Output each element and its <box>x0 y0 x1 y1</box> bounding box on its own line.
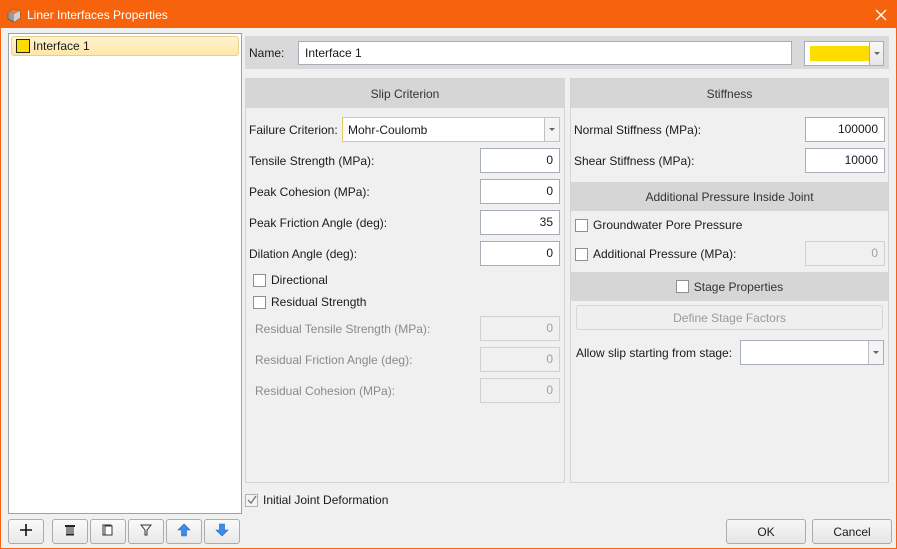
stage-properties-header: Stage Properties <box>571 272 888 301</box>
stiffness-header: Stiffness <box>571 79 888 108</box>
dialog-window: Liner Interfaces Properties Interface 1 <box>0 0 897 549</box>
stage-properties-checkbox[interactable]: Stage Properties <box>675 279 784 294</box>
residual-cohesion-input[interactable]: 0 <box>480 378 560 403</box>
chevron-down-icon[interactable] <box>868 341 883 364</box>
failure-criterion-label: Failure Criterion: <box>249 123 338 137</box>
chevron-down-icon[interactable] <box>869 42 883 65</box>
dilation-angle-label: Dilation Angle (deg): <box>249 247 358 261</box>
plus-icon <box>19 523 33 540</box>
residual-tensile-label: Residual Tensile Strength (MPa): <box>255 322 431 336</box>
normal-stiffness-label: Normal Stiffness (MPa): <box>574 123 702 137</box>
tensile-strength-label: Tensile Strength (MPa): <box>249 154 375 168</box>
checkbox-box <box>575 247 588 261</box>
stiffness-panel: Stiffness Normal Stiffness (MPa): 100000… <box>570 78 889 483</box>
peak-friction-angle-input[interactable]: 35 <box>480 210 560 235</box>
add-button[interactable] <box>8 519 44 544</box>
slip-criterion-header: Slip Criterion <box>246 79 564 108</box>
copy-icon <box>102 524 114 539</box>
stage-properties-label: Stage Properties <box>693 279 784 294</box>
slip-stage-select[interactable] <box>740 340 884 365</box>
filter-icon <box>139 524 153 539</box>
peak-cohesion-input[interactable]: 0 <box>480 179 560 204</box>
residual-strength-checkbox[interactable]: Residual Strength <box>253 295 366 309</box>
pressure-header: Additional Pressure Inside Joint <box>571 182 888 211</box>
define-stage-factors-button[interactable]: Define Stage Factors <box>576 305 883 330</box>
window-title: Liner Interfaces Properties <box>27 8 168 22</box>
additional-pressure-label: Additional Pressure (MPa): <box>593 247 737 261</box>
shear-stiffness-label: Shear Stiffness (MPa): <box>574 154 695 168</box>
trash-icon <box>64 524 76 539</box>
chevron-down-icon[interactable] <box>544 118 559 141</box>
move-up-button[interactable] <box>166 519 202 544</box>
residual-tensile-input[interactable]: 0 <box>480 316 560 341</box>
groundwater-label: Groundwater Pore Pressure <box>593 218 743 232</box>
directional-label: Directional <box>271 273 328 287</box>
residual-friction-label: Residual Friction Angle (deg): <box>255 353 413 367</box>
slip-stage-label: Allow slip starting from stage: <box>576 346 733 360</box>
checkbox-box <box>675 280 689 293</box>
slip-criterion-panel: Slip Criterion Failure Criterion: Mohr-C… <box>245 78 565 483</box>
list-item[interactable]: Interface 1 <box>11 36 239 56</box>
name-label: Name: <box>249 46 285 60</box>
ok-button[interactable]: OK <box>726 519 806 544</box>
residual-cohesion-label: Residual Cohesion (MPa): <box>255 384 396 398</box>
initial-joint-deformation-label: Initial Joint Deformation <box>263 493 389 507</box>
checkmark-icon <box>247 495 257 505</box>
checkbox-box <box>575 218 588 232</box>
checkbox-box <box>253 295 266 309</box>
delete-button[interactable] <box>52 519 88 544</box>
checkbox-box <box>253 273 266 287</box>
interface-list[interactable]: Interface 1 <box>8 33 242 514</box>
normal-stiffness-input[interactable]: 100000 <box>805 117 885 142</box>
tensile-strength-input[interactable]: 0 <box>480 148 560 173</box>
name-row: Name: Interface 1 <box>245 36 889 69</box>
color-swatch <box>16 39 30 53</box>
dilation-angle-input[interactable]: 0 <box>480 241 560 266</box>
additional-pressure-checkbox[interactable]: Additional Pressure (MPa): <box>575 247 736 261</box>
name-input[interactable]: Interface 1 <box>298 41 792 65</box>
failure-criterion-select[interactable]: Mohr-Coulomb <box>342 117 560 142</box>
initial-joint-deformation-checkbox[interactable]: Initial Joint Deformation <box>245 493 388 507</box>
copy-button[interactable] <box>90 519 126 544</box>
filter-button[interactable] <box>128 519 164 544</box>
arrow-down-icon <box>215 523 229 540</box>
list-item-label: Interface 1 <box>33 39 90 53</box>
liner-icon <box>6 7 22 23</box>
failure-criterion-value: Mohr-Coulomb <box>348 123 428 137</box>
cancel-button[interactable]: Cancel <box>812 519 892 544</box>
arrow-up-icon <box>177 523 191 540</box>
residual-strength-label: Residual Strength <box>271 295 367 309</box>
groundwater-checkbox[interactable]: Groundwater Pore Pressure <box>575 218 742 232</box>
close-icon[interactable] <box>866 1 896 28</box>
peak-cohesion-label: Peak Cohesion (MPa): <box>249 185 370 199</box>
additional-pressure-input[interactable]: 0 <box>805 241 885 266</box>
directional-checkbox[interactable]: Directional <box>253 273 328 287</box>
color-swatch <box>810 46 870 61</box>
shear-stiffness-input[interactable]: 10000 <box>805 148 885 173</box>
peak-friction-angle-label: Peak Friction Angle (deg): <box>249 216 388 230</box>
checkbox-box <box>245 493 258 507</box>
residual-friction-input[interactable]: 0 <box>480 347 560 372</box>
move-down-button[interactable] <box>204 519 240 544</box>
title-bar: Liner Interfaces Properties <box>1 1 896 28</box>
color-picker[interactable] <box>804 41 884 66</box>
